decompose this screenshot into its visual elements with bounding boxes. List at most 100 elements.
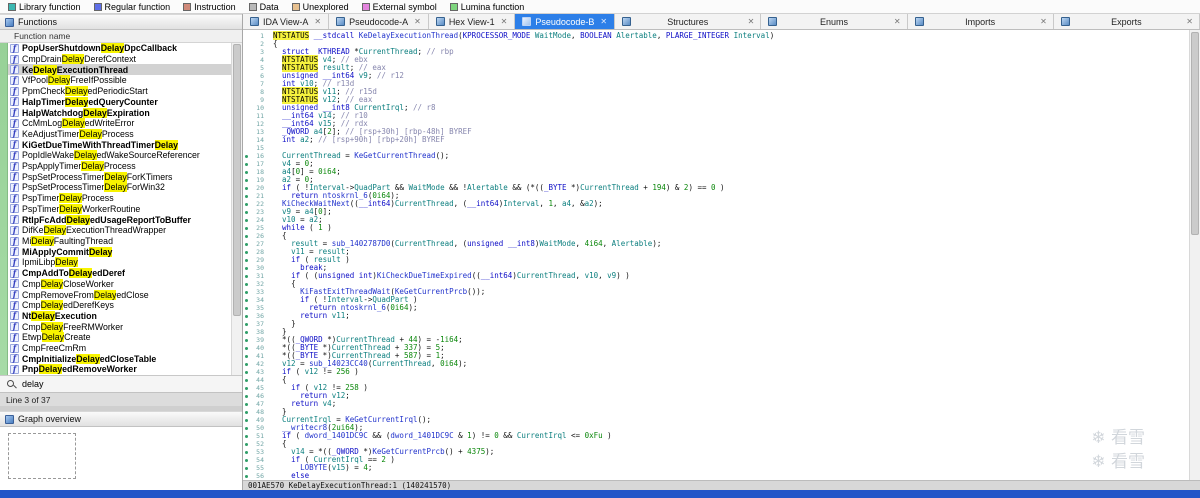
function-row[interactable]: f CmpInitializeDelayedCloseTable [8,353,231,364]
function-row[interactable]: f CmpRemoveFromDelayedClose [8,289,231,300]
tab-enums[interactable]: Enums ✕ [761,14,908,29]
close-icon[interactable]: ✕ [1040,17,1047,26]
code-line[interactable]: 35 return ntoskrnl_6(0i64); [243,304,1189,312]
scrollbar-thumb[interactable] [233,44,241,317]
function-name: RtlpFcAddDelayedUsageReportToBuffer [22,214,191,225]
code-line[interactable]: 49 CurrentIrql = KeGetCurrentIrql(); [243,416,1189,424]
match-highlight: Delay [93,289,117,300]
function-row[interactable]: f PnpDelayedRemoveWorker [8,364,231,375]
function-row[interactable]: f PspApplyTimerDelayProcess [8,161,231,172]
code-line[interactable]: 11 __int64 v14; // r10 [243,112,1189,121]
code-line[interactable]: 6 unsigned __int64 v9; // r12 [243,72,1189,81]
line-number: 8 [260,88,264,96]
legend-swatch [183,2,192,11]
function-row[interactable]: f IpmiLibpDelay [8,257,231,268]
tab-exports[interactable]: Exports ✕ [1053,14,1200,29]
line-number: 18 [256,168,264,176]
code-line[interactable]: 29 if ( result ) [243,256,1189,264]
tab-pseudocode-a[interactable]: Pseudocode-A ✕ [329,14,429,29]
pseudocode-view[interactable]: 1 NTSTATUS __stdcall KeDelayExecutionThre… [243,30,1200,480]
function-row[interactable]: f KeAdjustTimerDelayProcess [8,128,231,140]
function-row[interactable]: f CmpDelayFreeRMWorker [8,321,231,332]
close-icon[interactable]: ✕ [1186,17,1193,26]
function-row[interactable]: f PspTimerDelayProcess [8,193,231,204]
function-row[interactable]: f EtwpDelayCreate [8,332,231,343]
code-line[interactable]: 27 result = sub_1402787D0(CurrentThread,… [243,240,1189,248]
code-line[interactable]: 42 v12 = sub_14023CC40(CurrentThread, 0i… [243,360,1189,368]
code-line[interactable]: 1 NTSTATUS __stdcall KeDelayExecutionThre… [243,31,1189,40]
function-row[interactable]: f MiDelayFaultingThread [8,236,231,247]
code-line[interactable]: 46 return v12; [243,392,1189,400]
function-filter-input[interactable]: delay [22,379,44,389]
function-row[interactable]: f PspSetProcessTimerDelayForWin32 [8,182,231,193]
line-number: 35 [256,304,264,312]
code-line[interactable]: 10 unsigned __int8 CurrentIrql; // r8 [243,104,1189,113]
function-filter[interactable]: delay [0,375,242,392]
function-row[interactable]: f CcMmLogDelayedWriteError [8,118,231,129]
function-row[interactable]: f KeDelayExecutionThread [8,64,231,76]
function-row[interactable]: f CmpDelayedDerefKeys [8,300,231,311]
close-icon[interactable]: ✕ [600,17,607,26]
code-line[interactable]: 31 if ( (unsigned int)KiCheckDueTimeExpi… [243,272,1189,280]
function-row[interactable]: f PopUserShutdownDelayDpcCallback [8,43,231,54]
scrollbar-thumb[interactable] [1191,32,1199,235]
code-line[interactable]: 56 else [243,472,1189,480]
function-row[interactable]: f VfPoolDelayFreeIfPossible [8,75,231,86]
function-icon: f [10,54,19,64]
code-line[interactable]: 18 a4[0] = 0i64; [243,168,1189,176]
graph-overview[interactable] [0,427,242,490]
function-row[interactable]: f NtDelayExecution [8,310,231,322]
code-line[interactable]: 43 if ( v12 != 256 ) [243,368,1189,376]
function-row[interactable]: f DifKeDelayExecutionThreadWrapper [8,225,231,236]
function-row[interactable]: f RtlpFcAddDelayedUsageReportToBuffer [8,214,231,225]
code-scrollbar[interactable] [1189,30,1200,480]
tab-structures[interactable]: Structures ✕ [615,14,762,29]
line-number: 40 [256,344,264,352]
code-line[interactable]: 24 v10 = a2; [243,216,1189,224]
function-row[interactable]: f HalpWatchdogDelayExpiration [8,107,231,118]
code-line[interactable]: 51 if ( dword_1401DC9C && (dword_1401DC9… [243,432,1189,440]
close-icon[interactable]: ✕ [894,17,901,26]
function-row[interactable]: f MiApplyCommitDelay [8,246,231,257]
function-row[interactable]: f CmpAddToDelayedDeref [8,268,231,279]
tab-imports[interactable]: Imports ✕ [907,14,1054,29]
close-icon[interactable]: ✕ [314,17,321,26]
close-icon[interactable]: ✕ [501,17,508,26]
close-icon[interactable]: ✕ [414,17,421,26]
function-row[interactable]: f KiGetDueTimeWithThreadTimerDelay [8,139,231,150]
legend-label: Instruction [194,1,236,12]
close-icon[interactable]: ✕ [748,17,755,26]
code-line[interactable]: 17 v4 = 0; [243,160,1189,168]
code-line[interactable]: 37 } [243,320,1189,328]
code-line[interactable]: 3 struct _KTHREAD *CurrentThread; // rbp [243,48,1189,57]
code-line[interactable]: 23 v9 = a4[0]; [243,208,1189,216]
code-line[interactable]: 22 KiCheckWaitNext((__int64)CurrentThrea… [243,200,1189,208]
code-line[interactable]: 16 CurrentThread = KeGetCurrentThread(); [243,152,1189,160]
tab-hex-view-1[interactable]: Hex View-1 ✕ [428,14,516,29]
function-row[interactable]: f HalpTimerDelayedQueryCounter [8,96,231,108]
line-number: 12 [256,120,264,128]
function-row[interactable]: f PspTimerDelayWorkerRoutine [8,203,231,215]
code-line[interactable]: 54 if ( CurrentIrql == 2 ) [243,456,1189,464]
code-line[interactable]: 44 { [243,376,1189,384]
function-row[interactable]: f CmpFreeCmRm [8,343,231,354]
graph-view-rectangle[interactable] [8,433,76,479]
code-line[interactable]: 28 v11 = result; [243,248,1189,256]
code-line[interactable]: 45 if ( v12 != 258 ) [243,384,1189,392]
function-row[interactable]: f CmpDelayCloseWorker [8,278,231,289]
code-line[interactable]: 47 return v4; [243,400,1189,408]
function-row[interactable]: f CmpDrainDelayDerefContext [8,54,231,65]
code-line[interactable]: 55 LOBYTE(v15) = 4; [243,464,1189,472]
function-row[interactable]: f PspSetProcessTimerDelayForKTimers [8,171,231,182]
function-row[interactable]: f PopIdleWakeDelayedWakeSourceReferencer [8,150,231,161]
function-row[interactable]: f PpmCheckDelayedPeriodicStart [8,86,231,97]
function-list-scrollbar[interactable] [231,43,242,375]
tab-ida-view-a[interactable]: IDA View-A ✕ [243,14,330,29]
code-line[interactable]: 25 while ( 1 ) [243,224,1189,232]
function-name-column-header[interactable]: Function name [0,30,242,43]
code-line[interactable]: 14 int a2; // [rsp+90h] [rbp+20h] BYREF [243,136,1189,145]
code-line[interactable]: 8 NTSTATUS v11; // r15d [243,87,1189,96]
tab-pseudocode-b[interactable]: Pseudocode-B ✕ [515,14,616,29]
code-line[interactable]: 36 return v11; [243,312,1189,320]
code-line[interactable]: 7 int v10; // r13d [243,80,1189,89]
